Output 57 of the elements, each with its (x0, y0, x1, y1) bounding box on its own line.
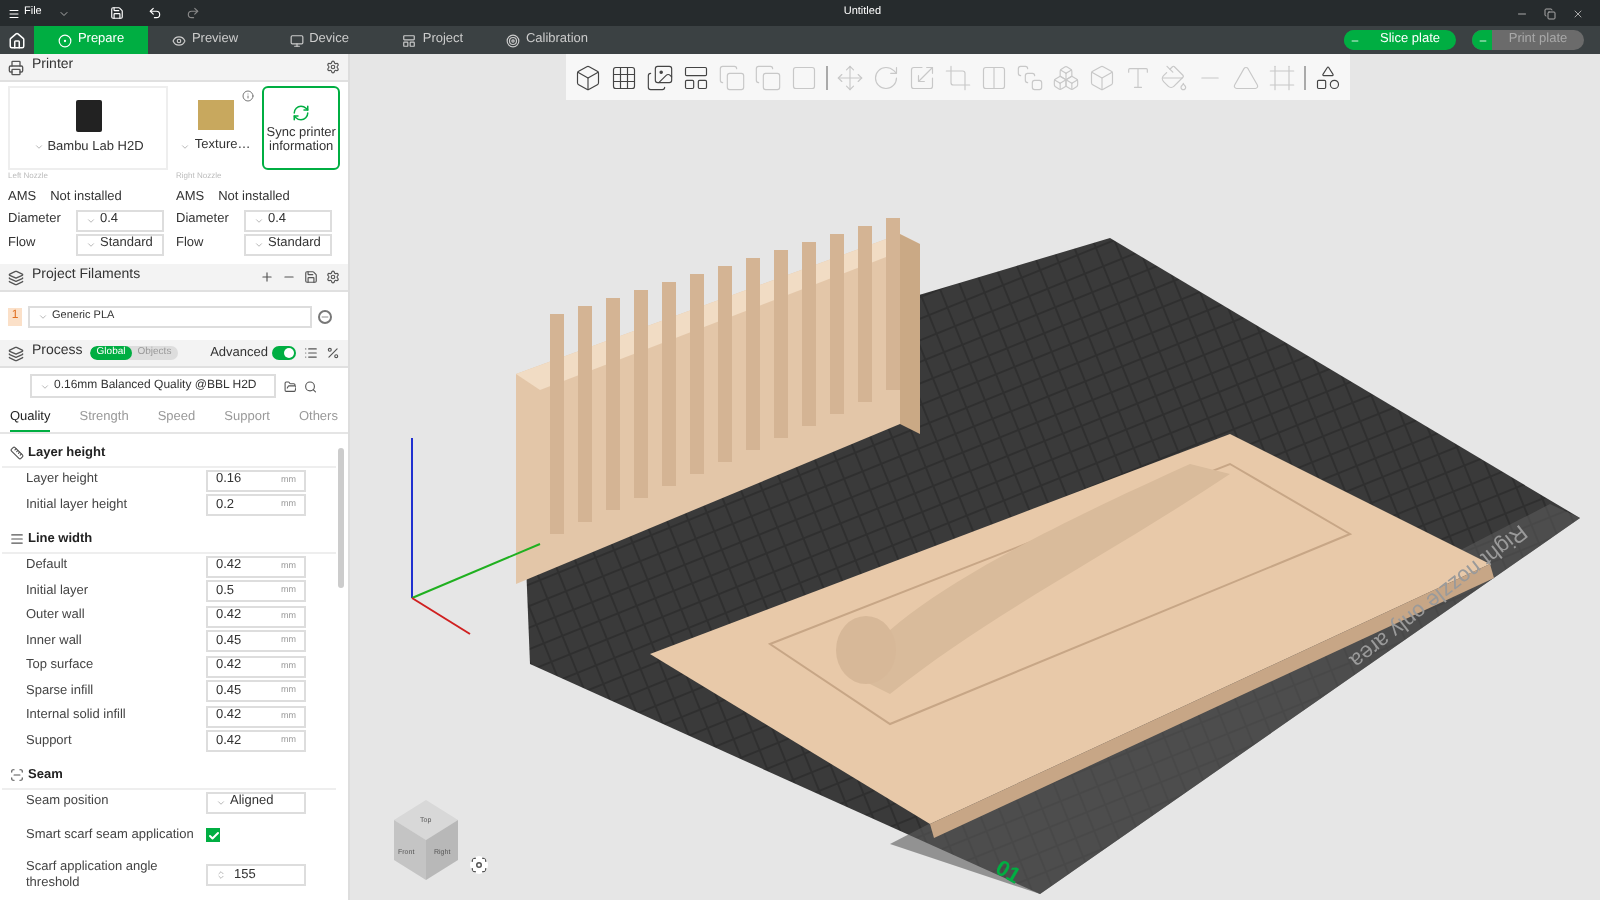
section-icon (8, 59, 24, 75)
advanced-toggle[interactable] (272, 346, 296, 360)
remove-icon[interactable] (318, 309, 332, 323)
checkbox[interactable] (206, 828, 220, 842)
section-icon (10, 768, 24, 782)
menu-icon (8, 7, 20, 19)
folder-icon[interactable] (283, 379, 297, 393)
plate-picture (197, 100, 234, 131)
tool-icon[interactable] (646, 63, 674, 91)
minimize-icon[interactable] (1516, 7, 1528, 19)
layout-icon (402, 33, 417, 47)
circle-icon (57, 33, 72, 47)
chevron-icon[interactable] (57, 7, 70, 19)
spinner-icon[interactable] (216, 870, 226, 880)
caret-icon (33, 142, 44, 152)
caret-icon (40, 381, 50, 391)
search-icon[interactable] (304, 379, 318, 393)
caret-icon (180, 141, 191, 151)
minus-icon (1349, 35, 1359, 45)
close-icon[interactable] (1572, 7, 1584, 19)
plate-number: 01 (991, 856, 1025, 890)
tool-icon[interactable] (574, 63, 602, 91)
tool-icon[interactable] (682, 63, 710, 91)
fit-view-icon[interactable] (470, 856, 488, 874)
caret-icon (254, 215, 264, 225)
dropdown-part[interactable] (1344, 30, 1364, 50)
percent-icon[interactable] (326, 346, 340, 360)
caret-icon (86, 215, 96, 225)
redo-icon[interactable] (185, 6, 200, 20)
caret-icon (86, 239, 96, 249)
monitor-icon (289, 33, 304, 47)
caret-icon (254, 239, 264, 249)
section-icon (8, 269, 24, 285)
home-icon[interactable] (8, 31, 26, 49)
view-cube[interactable] (394, 800, 458, 880)
section-icon (10, 446, 24, 460)
restore-icon[interactable] (1544, 7, 1556, 19)
minus-icon (1477, 35, 1487, 45)
undo-icon[interactable] (147, 6, 162, 20)
remove-icon[interactable] (282, 270, 296, 284)
eye-icon (171, 33, 186, 47)
list-icon[interactable] (304, 346, 318, 360)
info-icon[interactable] (242, 90, 255, 102)
add-icon[interactable] (260, 270, 274, 284)
printer-picture (75, 99, 102, 132)
section-icon (10, 532, 24, 546)
caret-icon (216, 797, 226, 808)
refresh-icon (292, 103, 311, 121)
tool-icon[interactable] (1314, 63, 1342, 91)
caret-icon (38, 311, 48, 321)
save-icon[interactable] (304, 270, 318, 284)
settings-icon[interactable] (326, 60, 340, 74)
settings-icon[interactable] (326, 270, 340, 284)
scrollbar[interactable] (338, 448, 344, 588)
tool-icon[interactable] (610, 63, 638, 91)
target-icon (505, 33, 520, 47)
section-icon (8, 345, 24, 361)
